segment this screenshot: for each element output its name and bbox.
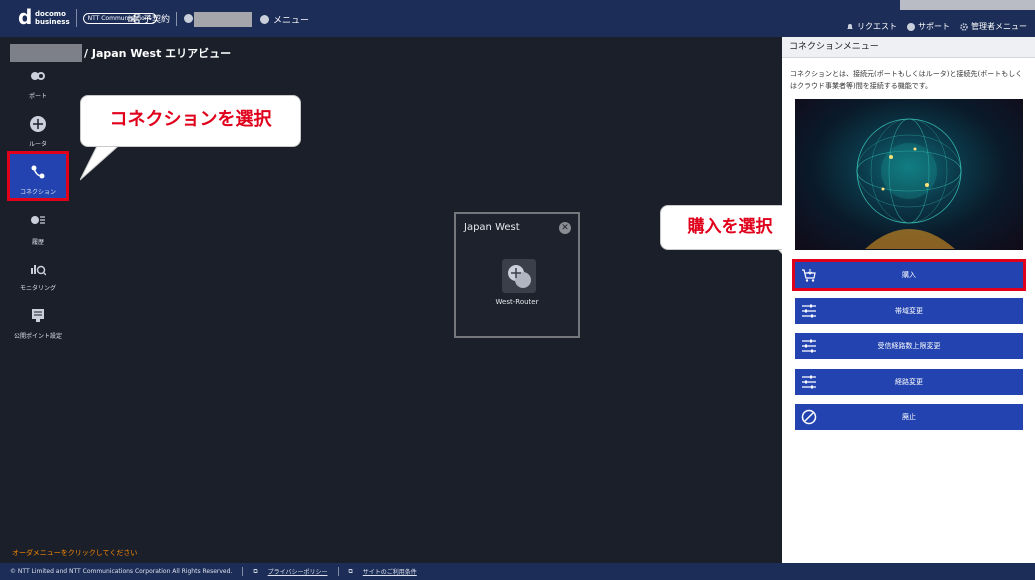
bandwidth-change-label: 帯域変更 bbox=[895, 307, 923, 315]
purchase-button[interactable]: 購入 bbox=[792, 259, 1026, 291]
route-limit-change-button[interactable]: 受信経路数上限変更 bbox=[795, 333, 1023, 359]
request-label: リクエスト bbox=[857, 22, 897, 31]
nav-divider bbox=[176, 12, 177, 26]
prohibit-icon bbox=[801, 409, 817, 425]
breadcrumb: / Japan West エリアビュー bbox=[10, 44, 231, 62]
help-icon bbox=[907, 22, 915, 31]
route-change-label: 経路変更 bbox=[895, 378, 923, 386]
request-link[interactable]: リクエスト bbox=[846, 21, 897, 32]
callout-select-connection: コネクションを選択 bbox=[80, 95, 301, 147]
footer-divider bbox=[337, 567, 339, 576]
sidebar-item-public-point[interactable]: 公開ポイント設定 bbox=[10, 308, 66, 344]
abolish-label: 廃止 bbox=[902, 413, 916, 421]
gear-icon bbox=[960, 22, 968, 31]
logo-divider bbox=[75, 9, 77, 27]
header-right-nav: リクエスト サポート 管理者メニュー bbox=[846, 21, 1027, 32]
breadcrumb-text: / Japan West エリアビュー bbox=[84, 47, 232, 60]
sidebar-label: 公開ポイント設定 bbox=[13, 333, 62, 340]
sidebar-item-router[interactable]: ルータ bbox=[10, 116, 66, 152]
logo-text: docomo business bbox=[35, 10, 70, 26]
sidebar-label: モニタリング bbox=[19, 285, 56, 292]
bandwidth-change-button[interactable]: 帯域変更 bbox=[795, 298, 1023, 324]
sidebar-item-history[interactable]: 履歴 bbox=[10, 214, 66, 250]
admin-menu-label: 管理者メニュー bbox=[971, 22, 1027, 31]
terms-link[interactable]: サイトのご利用条件 bbox=[363, 567, 417, 576]
contract-label: 子契約 bbox=[143, 15, 171, 25]
contract-nav[interactable]: 子契約 bbox=[128, 12, 170, 25]
callout-select-purchase: 購入を選択 bbox=[660, 205, 800, 250]
account-icon bbox=[184, 14, 193, 23]
connection-menu-panel: コネクションメニュー コネクションとは、接続元(ポートもしくはルータ)と接続先(… bbox=[782, 37, 1035, 563]
connection-icon bbox=[31, 165, 45, 179]
copyright-text: © NTT Limited and NTT Communications Cor… bbox=[10, 568, 233, 575]
support-label: サポート bbox=[918, 22, 950, 31]
monitoring-icon bbox=[31, 265, 47, 276]
purchase-label: 購入 bbox=[902, 271, 916, 279]
external-link-icon: ⧉ bbox=[348, 567, 353, 575]
sidebar-label: コネクション bbox=[19, 189, 56, 196]
history-icon bbox=[31, 216, 45, 224]
router-icon bbox=[508, 265, 531, 288]
public-point-icon bbox=[32, 309, 44, 322]
router-node-icon[interactable] bbox=[502, 259, 536, 293]
hierarchy-icon bbox=[128, 13, 140, 23]
privacy-policy-link[interactable]: プライバシーポリシー bbox=[268, 567, 328, 576]
account-name-redacted[interactable] bbox=[194, 12, 252, 27]
sidebar-label: 履歴 bbox=[31, 239, 44, 246]
sidebar-item-connection[interactable]: コネクション bbox=[7, 151, 69, 201]
footer-divider bbox=[242, 567, 244, 576]
sliders-icon bbox=[802, 339, 816, 353]
port-icon bbox=[31, 72, 45, 80]
sidebar-label: ポート bbox=[28, 93, 47, 100]
sidebar-item-monitoring[interactable]: モニタリング bbox=[10, 260, 66, 296]
region-box-japan-west[interactable]: Japan West ✕ West-Router bbox=[454, 212, 580, 338]
menu-nav[interactable]: メニュー bbox=[260, 13, 309, 26]
bell-icon bbox=[847, 23, 853, 30]
top-header: d docomo business NTT Communications 子契約… bbox=[0, 0, 1035, 37]
menu-label: メニュー bbox=[273, 16, 310, 26]
close-icon[interactable]: ✕ bbox=[559, 222, 571, 234]
sliders-icon bbox=[802, 375, 816, 389]
region-title: Japan West bbox=[464, 222, 520, 233]
support-link[interactable]: サポート bbox=[907, 21, 950, 32]
panel-title: コネクションメニュー bbox=[782, 37, 1035, 58]
footer: © NTT Limited and NTT Communications Cor… bbox=[0, 563, 1035, 580]
router-icon bbox=[30, 116, 46, 132]
route-change-button[interactable]: 経路変更 bbox=[795, 369, 1023, 395]
panel-description: コネクションとは、接続元(ポートもしくはルータ)と接続先(ポートもしくはクラウド… bbox=[790, 70, 1023, 90]
sidebar-item-port[interactable]: ポート bbox=[10, 68, 66, 104]
router-label: West-Router bbox=[495, 298, 539, 306]
sidebar-label: ルータ bbox=[28, 141, 47, 148]
globe-illustration bbox=[856, 118, 962, 249]
redacted-area bbox=[900, 0, 1035, 10]
external-link-icon: ⧉ bbox=[253, 567, 258, 575]
route-limit-change-label: 受信経路数上限変更 bbox=[877, 342, 941, 350]
breadcrumb-redacted bbox=[10, 44, 82, 62]
docomo-d-icon: d bbox=[18, 5, 33, 29]
cart-icon bbox=[802, 269, 816, 282]
sliders-icon bbox=[802, 304, 816, 318]
admin-menu-link[interactable]: 管理者メニュー bbox=[960, 21, 1027, 32]
network-globe-image bbox=[795, 99, 1023, 250]
chevron-down-icon bbox=[260, 15, 269, 24]
order-hint-text: オーダメニューをクリックしてください bbox=[12, 549, 138, 557]
abolish-button[interactable]: 廃止 bbox=[795, 404, 1023, 430]
